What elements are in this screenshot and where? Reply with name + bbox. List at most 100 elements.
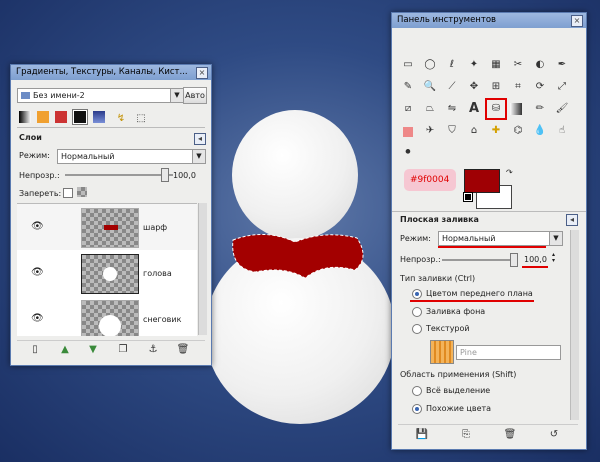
anchor-icon[interactable]: ⚓	[145, 342, 161, 358]
layer-thumbnail	[81, 300, 139, 336]
rect-select-icon[interactable]: ▭	[400, 57, 416, 73]
layers-window-titlebar[interactable]: Градиенты, Текстуры, Каналы, Кист... ×	[11, 65, 211, 80]
mode-select[interactable]: Нормальный ▼	[57, 149, 206, 164]
ink-icon[interactable]: ⛉	[444, 123, 460, 139]
lower-layer-icon[interactable]: ▼	[85, 342, 101, 358]
opacity-spin-icon[interactable]: ▴ ▾	[552, 252, 555, 264]
smudge-icon[interactable]: ☝	[554, 123, 570, 139]
opacity-slider-handle[interactable]	[161, 168, 169, 182]
chevron-left-icon[interactable]: ◂	[194, 133, 206, 145]
close-icon[interactable]: ×	[196, 67, 208, 79]
layer-row[interactable]: 👁 голова	[17, 250, 197, 296]
swap-colors-icon[interactable]: ↷	[506, 168, 513, 177]
brushes-tab-icon[interactable]	[93, 111, 105, 123]
eye-icon[interactable]: 👁	[31, 221, 44, 232]
auto-button[interactable]: Авто	[183, 87, 207, 104]
toolbox-window-titlebar[interactable]: Панель инструментов ×	[392, 13, 586, 28]
tool-options-title: Плоская заливка	[400, 215, 479, 224]
fill-opacity-underline	[522, 266, 548, 268]
raise-layer-icon[interactable]: ▲	[57, 342, 73, 358]
blend-icon[interactable]	[510, 103, 522, 115]
layer-scrollbar[interactable]	[198, 203, 207, 335]
layers-tab-icon[interactable]	[72, 109, 88, 125]
flip-icon[interactable]: ⇋	[444, 101, 460, 117]
fill-opacity-slider[interactable]	[442, 259, 514, 261]
clone-icon[interactable]: ⌂	[466, 123, 482, 139]
pattern-tab-icon[interactable]	[37, 111, 49, 123]
area-similar-label: Похожие цвета	[426, 404, 492, 413]
undo-tab-icon[interactable]: ⬚	[133, 111, 149, 127]
layer-row[interactable]: 👁 шарф	[17, 204, 197, 250]
body-thumb	[99, 315, 121, 336]
gradient-tab-icon[interactable]	[19, 111, 31, 123]
text-icon[interactable]: A	[466, 101, 482, 117]
opacity-value[interactable]: 100,0	[173, 171, 196, 180]
fill-mode-select[interactable]: Нормальный ▼	[438, 231, 563, 246]
lock-checkbox[interactable]	[63, 188, 73, 198]
channels-tab-icon[interactable]	[55, 111, 67, 123]
scale-icon[interactable]: ⤢	[554, 79, 570, 95]
foreground-select-icon[interactable]: ◐	[532, 57, 548, 73]
restore-options-icon[interactable]: ⎘	[458, 427, 474, 443]
layer-row[interactable]: 👁 снеговик	[17, 296, 197, 336]
paths-tab-icon[interactable]: ↯	[113, 111, 129, 127]
move-icon[interactable]: ✥	[466, 79, 482, 95]
pattern-name-field[interactable]: Pine	[456, 345, 561, 360]
fill-pattern-radio[interactable]	[412, 324, 422, 334]
ellipse-select-icon[interactable]: ◯	[422, 57, 438, 73]
fill-fg-radio[interactable]	[412, 289, 422, 299]
pencil-icon[interactable]: ✏	[532, 101, 548, 117]
layer-toolbar: ▯ ▲ ▼ ❐ ⚓ 🗑	[17, 340, 205, 359]
free-select-icon[interactable]: ℓ	[444, 57, 460, 73]
area-similar-radio[interactable]	[412, 404, 422, 414]
foreground-color-swatch[interactable]	[464, 169, 500, 193]
eye-icon[interactable]: 👁	[31, 267, 44, 278]
perspective-icon[interactable]: ⏢	[422, 101, 438, 117]
blur-icon[interactable]: 💧	[532, 123, 548, 139]
delete-options-icon[interactable]: 🗑	[502, 427, 518, 443]
eraser-icon[interactable]	[403, 127, 413, 137]
rotate-icon[interactable]: ⟳	[532, 79, 548, 95]
opacity-slider[interactable]	[65, 174, 173, 176]
delete-layer-icon[interactable]: 🗑	[175, 342, 191, 358]
fuzzy-select-icon[interactable]: ✦	[466, 57, 482, 73]
image-selector[interactable]: Без имени-2 ▼	[17, 88, 184, 103]
fill-opacity-value[interactable]: 100,0	[524, 255, 547, 264]
fill-bg-radio[interactable]	[412, 307, 422, 317]
brush-icon[interactable]: 🖌	[554, 101, 570, 117]
airbrush-icon[interactable]: ✈	[422, 123, 438, 139]
dodge-burn-icon[interactable]: ⚫	[400, 145, 416, 161]
align-icon[interactable]: ⊞	[488, 79, 504, 95]
chevron-down-icon[interactable]: ▼	[549, 232, 562, 245]
default-colors-icon[interactable]	[463, 192, 473, 202]
lock-alpha-icon[interactable]	[77, 187, 87, 197]
pattern-swatch[interactable]	[430, 340, 454, 364]
foreground-color-label: #9f0004	[410, 175, 450, 185]
shear-icon[interactable]: ⧄	[400, 101, 416, 117]
chevron-left-icon[interactable]: ◂	[566, 214, 578, 226]
chevron-down-icon[interactable]: ▼	[192, 150, 205, 163]
opacity-label: Непрозр.:	[19, 171, 60, 180]
close-icon[interactable]: ×	[571, 15, 583, 27]
scissors-icon[interactable]: ✂	[510, 57, 526, 73]
paths-icon[interactable]: ✒	[554, 57, 570, 73]
new-layer-icon[interactable]: ▯	[27, 342, 43, 358]
area-selection-radio[interactable]	[412, 386, 422, 396]
color-picker-icon[interactable]: ✎	[400, 79, 416, 95]
crop-icon[interactable]: ⌗	[510, 79, 526, 95]
mode-label: Режим:	[19, 151, 50, 160]
duplicate-layer-icon[interactable]: ❐	[115, 342, 131, 358]
chevron-down-icon[interactable]: ▼	[170, 89, 183, 102]
eye-icon[interactable]: 👁	[31, 313, 44, 324]
perspective-clone-icon[interactable]: ⌬	[510, 123, 526, 139]
tool-options-scrollbar[interactable]	[570, 230, 579, 420]
reset-options-icon[interactable]: ↺	[546, 427, 562, 443]
heal-icon[interactable]: ✚	[488, 123, 504, 139]
fill-opacity-slider-handle[interactable]	[510, 253, 518, 267]
color-select-icon[interactable]: ▦	[488, 57, 504, 73]
save-options-icon[interactable]: 💾	[414, 427, 430, 443]
measure-icon[interactable]: ⟋	[444, 79, 460, 95]
zoom-icon[interactable]: 🔍	[422, 79, 438, 95]
layers-window: Градиенты, Текстуры, Каналы, Кист... × Б…	[10, 64, 212, 366]
fill-fg-label: Цветом переднего плана	[426, 289, 533, 298]
